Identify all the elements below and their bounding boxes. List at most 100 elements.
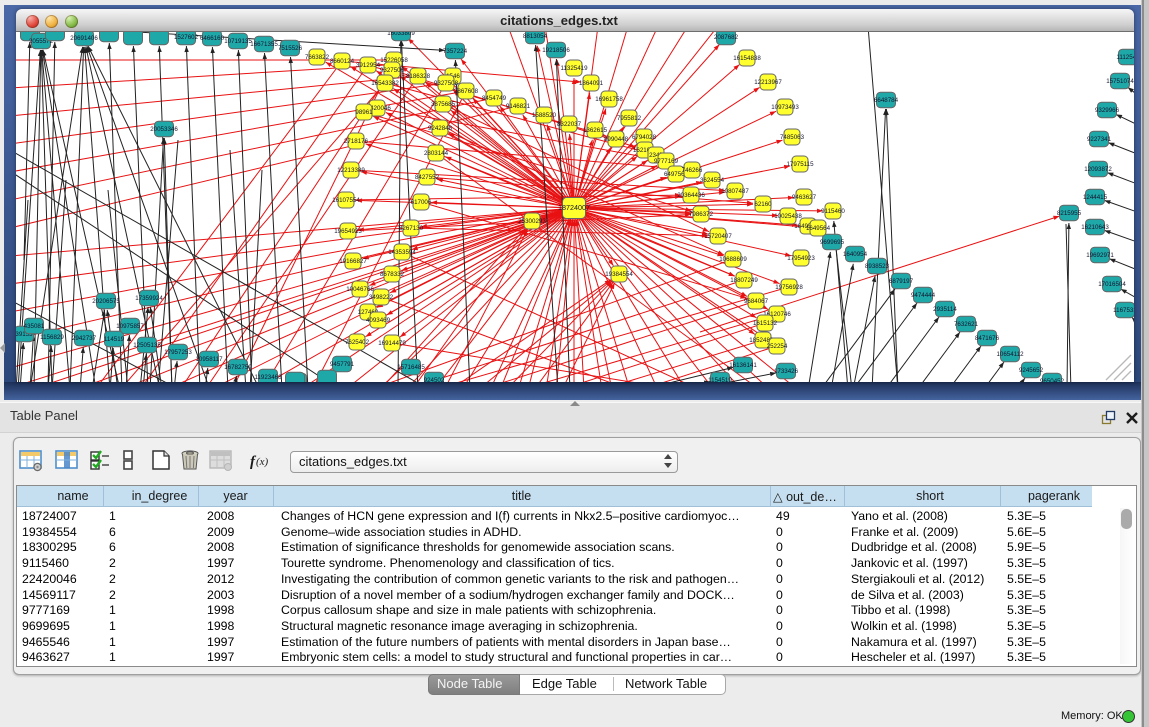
svg-text:19692971: 19692971 [1086,252,1114,259]
svg-text:18807249: 18807249 [730,277,758,284]
svg-text:8215955: 8215955 [1057,210,1082,217]
svg-text:1649564: 1649564 [806,225,831,232]
svg-text:16210643: 16210643 [1081,224,1109,231]
svg-text:19654923: 19654923 [334,228,362,235]
svg-text:8678332: 8678332 [380,271,405,278]
svg-text:7357224: 7357224 [443,48,468,55]
svg-text:3912954: 3912954 [356,62,381,69]
svg-text:1527602: 1527602 [174,34,199,41]
svg-text:1156829: 1156829 [40,334,64,341]
svg-text:8454749: 8454749 [482,95,507,102]
svg-text:1588520: 1588520 [532,112,557,119]
svg-text:8471676: 8471676 [975,335,1000,342]
svg-text:3498222: 3498222 [369,294,394,301]
svg-text:924502: 924502 [424,377,445,382]
svg-text:2087682: 2087682 [714,34,739,41]
svg-text:12093872: 12093872 [1084,166,1112,173]
svg-text:1640954: 1640954 [843,251,868,258]
svg-text:2718176: 2718176 [344,138,369,145]
svg-text:17975115: 17975115 [786,161,814,168]
svg-text:9474444: 9474444 [911,292,936,299]
svg-text:3624554: 3624554 [700,177,725,184]
svg-text:9227341: 9227341 [1087,136,1112,143]
svg-text:9242848: 9242848 [428,125,453,132]
svg-text:1615132: 1615132 [753,320,778,327]
svg-text:15720407: 15720407 [704,233,732,240]
svg-text:10719135: 10719135 [224,38,252,45]
svg-text:16107554: 16107554 [332,197,360,204]
svg-text:1154519: 1154519 [708,377,732,382]
svg-text:17954923: 17954923 [787,255,815,262]
svg-text:1167533: 1167533 [1113,307,1134,314]
svg-text:7485063: 7485063 [780,134,805,141]
svg-text:12213967: 12213967 [754,79,782,86]
svg-text:10688609: 10688609 [719,256,747,263]
svg-text:10958117: 10958117 [195,356,223,363]
svg-text:8322037: 8322037 [557,121,582,128]
svg-text:8990448: 8990448 [604,136,629,143]
svg-text:10025438: 10025438 [774,213,802,220]
svg-text:1112544: 1112544 [1116,54,1134,61]
svg-text:2803144: 2803144 [424,150,449,157]
svg-text:617006: 617006 [411,199,432,206]
svg-text:12505135: 12505135 [133,342,161,349]
svg-text:20364436: 20364436 [677,192,705,199]
svg-text:6794028: 6794028 [632,134,657,141]
svg-text:15716485: 15716485 [397,364,425,371]
svg-text:10975857: 10975857 [116,323,144,330]
svg-text:16782759: 16782759 [224,364,252,371]
svg-text:9146821: 9146821 [506,103,531,110]
svg-text:7515526: 7515526 [278,45,303,52]
svg-text:9777169: 9777169 [654,158,679,165]
svg-text:16671355: 16671355 [250,41,278,48]
svg-text:435081: 435081 [24,323,45,330]
svg-text:11923468: 11923468 [254,374,282,381]
svg-text:19384554: 19384554 [605,271,633,278]
svg-text:4093469: 4093469 [366,317,391,324]
svg-text:62160: 62160 [754,201,772,208]
svg-text:9327508: 9327508 [434,80,459,87]
svg-text:12213389: 12213389 [337,167,365,174]
svg-text:9463627: 9463627 [792,194,817,201]
svg-text:20206575: 20206575 [92,298,120,305]
svg-text:9329966: 9329966 [1095,107,1120,114]
svg-text:19166827: 19166827 [339,258,367,265]
svg-text:9699695: 9699695 [820,239,845,246]
svg-text:8267130: 8267130 [399,225,424,232]
svg-text:10973493: 10973493 [771,104,799,111]
svg-text:7955812: 7955812 [617,115,642,122]
svg-text:19756928: 19756928 [775,284,803,291]
svg-text:9457791: 9457791 [330,361,355,368]
svg-text:1733426: 1733426 [774,368,799,375]
svg-text:1244415: 1244415 [1083,194,1108,201]
svg-text:16961758: 16961758 [595,96,623,103]
svg-text:1864091: 1864091 [579,80,604,87]
svg-text:8427552: 8427552 [415,174,440,181]
svg-text:7663822: 7663822 [305,54,330,61]
svg-text:25300293: 25300293 [518,218,546,225]
svg-text:16543382: 16543382 [371,80,399,87]
svg-text:8186328: 8186328 [406,73,431,80]
svg-text:252254: 252254 [767,343,788,350]
svg-text:7632621: 7632621 [954,321,979,328]
svg-text:6648784: 6648784 [874,97,899,104]
svg-text:9327506: 9327506 [380,67,405,74]
svg-text:20691406: 20691406 [70,35,98,42]
svg-text:17016504: 17016504 [1098,281,1126,288]
svg-text:2935114: 2935114 [933,306,957,313]
svg-text:6879197: 6879197 [889,278,914,285]
svg-text:2867608: 2867608 [454,88,479,95]
svg-text:8813054: 8813054 [523,33,548,40]
svg-text:98961: 98961 [355,109,373,116]
svg-text:9115460: 9115460 [821,208,845,215]
svg-text:8938523: 8938523 [865,263,890,270]
svg-text:15751074: 15751074 [1106,78,1134,85]
svg-text:19218506: 19218506 [542,47,570,54]
svg-text:7625402: 7625402 [345,339,370,346]
svg-text:8660124: 8660124 [330,58,355,65]
svg-text:16154838: 16154838 [733,55,761,62]
svg-text:7986372: 7986372 [689,211,714,218]
svg-text:14353594: 14353594 [388,249,416,256]
svg-text:3875685: 3875685 [431,101,456,108]
svg-text:17957253: 17957253 [164,349,192,356]
